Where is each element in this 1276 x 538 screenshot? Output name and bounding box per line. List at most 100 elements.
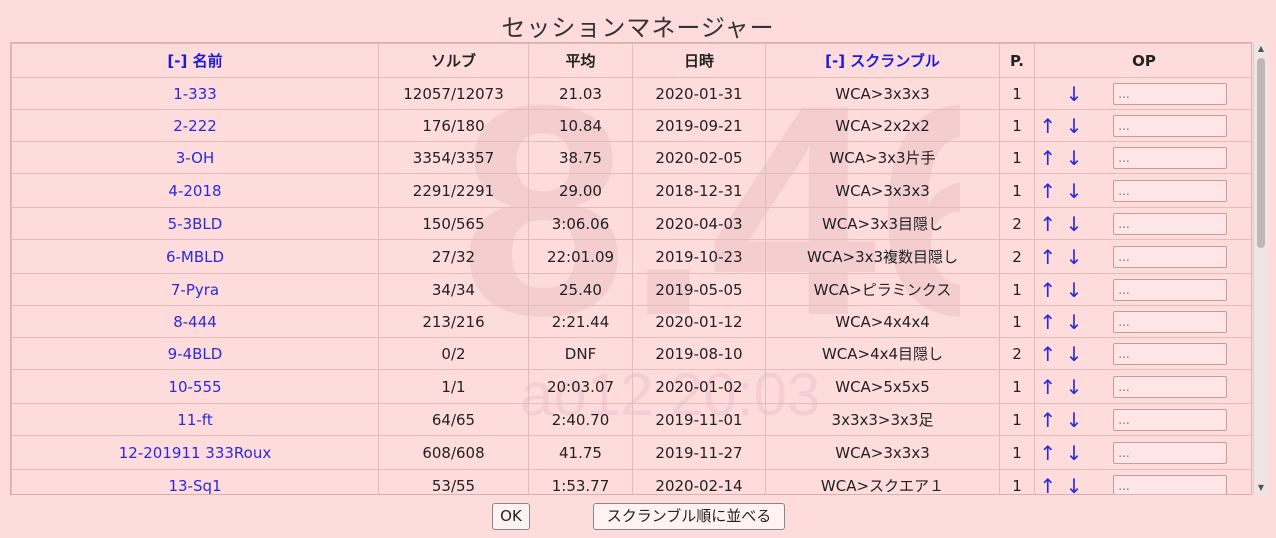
op-select[interactable]: ...	[1113, 474, 1228, 494]
move-down-arrow-icon[interactable]: ↓	[1060, 77, 1088, 110]
table-row: 9-4BLD 0/2 DNF 2019-08-10 WCA>4x4目隠し 2 ↑ ↓...	[11, 337, 1251, 370]
phases-cell: 1	[999, 141, 1035, 174]
op-cell: ...	[1087, 337, 1251, 370]
op-cell: ...	[1087, 273, 1251, 306]
move-down-arrow-icon[interactable]: ↓	[1060, 469, 1088, 494]
session-name-link[interactable]: 10-555	[11, 369, 379, 404]
op-select[interactable]: ...	[1113, 441, 1228, 464]
op-select[interactable]: ...	[1113, 342, 1228, 365]
move-up-arrow-icon[interactable]: ↑	[1034, 469, 1061, 494]
session-name-link[interactable]: 8-444	[11, 305, 379, 338]
phases-cell: 1	[999, 173, 1035, 208]
column-header-name[interactable]: [-] 名前	[11, 43, 379, 78]
op-select[interactable]: ...	[1113, 114, 1228, 137]
solve-count-cell: 2291/2291	[378, 173, 529, 208]
move-down-arrow-icon[interactable]: ↓	[1060, 369, 1088, 404]
session-name-link[interactable]: 7-Pyra	[11, 273, 379, 306]
average-cell: 22:01.09	[528, 239, 633, 274]
table-row: 3-OH 3354/3357 38.75 2020-02-05 WCA>3x3片手 1 ↑ ↓…	[11, 141, 1251, 174]
move-up-arrow-icon[interactable]: ↑	[1034, 403, 1061, 436]
session-name-link[interactable]: 1-333	[11, 77, 379, 110]
solve-count-cell: 176/180	[378, 109, 529, 142]
op-select[interactable]: ...	[1113, 375, 1228, 398]
move-up-arrow-icon[interactable]: ↑	[1034, 435, 1061, 470]
move-up-arrow-icon[interactable]: ↑	[1034, 305, 1061, 338]
op-select[interactable]: ...	[1113, 146, 1228, 169]
date-cell: 2020-04-03	[632, 207, 766, 240]
op-select[interactable]: ...	[1113, 212, 1228, 235]
session-name-link[interactable]: 6-MBLD	[11, 239, 379, 274]
session-name-link[interactable]: 11-ft	[11, 403, 379, 436]
op-select[interactable]: ...	[1113, 278, 1228, 301]
table-row: 10-555 1/1 20:03.07 2020-01-02 WCA>5x5x5 1 ↑ ↓.…	[11, 369, 1251, 404]
op-cell: ...	[1087, 469, 1251, 494]
move-down-arrow-icon[interactable]: ↓	[1060, 239, 1088, 274]
op-cell: ...	[1087, 207, 1251, 240]
date-cell: 2020-01-02	[632, 369, 766, 404]
session-name-link[interactable]: 5-3BLD	[11, 207, 379, 240]
scroll-down-arrow-icon[interactable]: ▼	[1254, 481, 1268, 495]
scramble-type-cell: WCA>3x3x3	[765, 77, 1000, 110]
move-down-arrow-icon[interactable]: ↓	[1060, 435, 1088, 470]
move-up-arrow-icon[interactable]: ↑	[1034, 141, 1061, 174]
session-name-link[interactable]: 9-4BLD	[11, 337, 379, 370]
phases-cell: 1	[999, 469, 1035, 494]
op-select[interactable]: ...	[1113, 179, 1228, 202]
average-cell: DNF	[528, 337, 633, 370]
ok-button[interactable]: OK	[492, 503, 530, 530]
table-row: 5-3BLD 150/565 3:06.06 2020-04-03 WCA>3x3目隠し…	[11, 207, 1251, 240]
move-up-arrow-icon[interactable]: ↑	[1034, 337, 1061, 370]
table-row: 2-222 176/180 10.84 2019-09-21 WCA>2x2x2 1 ↑ ↓.…	[11, 109, 1251, 142]
solve-count-cell: 12057/12073	[378, 77, 529, 110]
op-select[interactable]: ...	[1113, 82, 1228, 105]
move-up-arrow-icon[interactable]: ↑	[1034, 239, 1061, 274]
date-cell: 2020-01-12	[632, 305, 766, 338]
scramble-type-cell: WCA>3x3片手	[765, 141, 1000, 174]
op-select[interactable]: ...	[1113, 245, 1228, 268]
move-down-arrow-icon[interactable]: ↓	[1060, 173, 1088, 208]
average-cell: 38.75	[528, 141, 633, 174]
session-name-link[interactable]: 3-OH	[11, 141, 379, 174]
move-up-arrow-icon[interactable]: ↑	[1034, 109, 1061, 142]
move-up-arrow-icon[interactable]: ↑	[1034, 369, 1061, 404]
move-down-arrow-icon[interactable]: ↓	[1060, 403, 1088, 436]
move-down-arrow-icon[interactable]: ↓	[1060, 337, 1088, 370]
move-up-arrow-icon[interactable]	[1034, 77, 1061, 110]
scramble-type-cell: WCA>3x3複数目隠し	[765, 239, 1000, 274]
session-name-link[interactable]: 2-222	[11, 109, 379, 142]
average-cell: 21.03	[528, 77, 633, 110]
session-name-link[interactable]: 13-Sq1	[11, 469, 379, 494]
move-up-arrow-icon[interactable]: ↑	[1034, 273, 1061, 306]
sort-by-scramble-button[interactable]: スクランブル順に並べる	[593, 503, 785, 530]
scrollbar-thumb[interactable]	[1257, 58, 1265, 248]
session-name-link[interactable]: 12-201911 333Roux	[11, 435, 379, 470]
scramble-type-cell: WCA>3x3目隠し	[765, 207, 1000, 240]
average-cell: 2:21.44	[528, 305, 633, 338]
op-cell: ...	[1087, 305, 1251, 338]
phases-cell: 1	[999, 109, 1035, 142]
move-down-arrow-icon[interactable]: ↓	[1060, 207, 1088, 240]
scroll-up-arrow-icon[interactable]: ▲	[1254, 42, 1268, 56]
scramble-type-cell: WCA>ピラミンクス	[765, 273, 1000, 306]
move-down-arrow-icon[interactable]: ↓	[1060, 273, 1088, 306]
move-down-arrow-icon[interactable]: ↓	[1060, 305, 1088, 338]
session-name-link[interactable]: 4-2018	[11, 173, 379, 208]
move-down-arrow-icon[interactable]: ↓	[1060, 141, 1088, 174]
column-header-scramble[interactable]: [-] スクランブル	[765, 43, 1000, 78]
table-row: 8-444 213/216 2:21.44 2020-01-12 WCA>4x4x4 1 ↑…	[11, 305, 1251, 338]
move-up-arrow-icon[interactable]: ↑	[1034, 207, 1061, 240]
table-scrollbar[interactable]: ▲ ▼	[1253, 42, 1267, 495]
scramble-type-cell: WCA>3x3x3	[765, 435, 1000, 470]
scramble-type-cell: WCA>4x4x4	[765, 305, 1000, 338]
phases-cell: 2	[999, 239, 1035, 274]
phases-cell: 1	[999, 403, 1035, 436]
session-table-container[interactable]: [-] 名前 ソルブ 平均 日時 [-] スクランブル P. OP 1-333 1…	[10, 42, 1252, 495]
move-down-arrow-icon[interactable]: ↓	[1060, 109, 1088, 142]
op-select[interactable]: ...	[1113, 310, 1228, 333]
phases-cell: 1	[999, 77, 1035, 110]
phases-cell: 2	[999, 337, 1035, 370]
op-select[interactable]: ...	[1113, 408, 1228, 431]
move-up-arrow-icon[interactable]: ↑	[1034, 173, 1061, 208]
table-row: 11-ft 64/65 2:40.70 2019-11-01 3x3x3>3x3足 1 ↑ ↓…	[11, 403, 1251, 436]
op-cell: ...	[1087, 141, 1251, 174]
